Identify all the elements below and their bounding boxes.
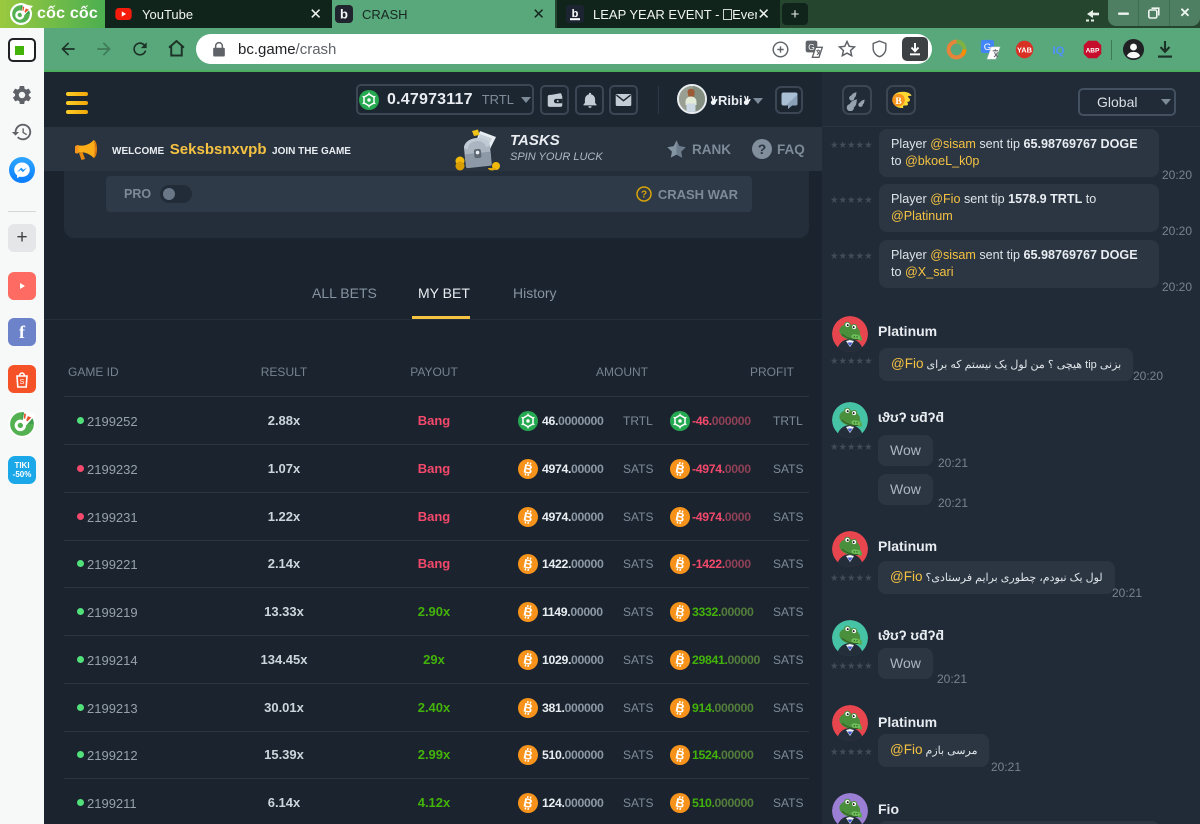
svg-text:IQ: IQ xyxy=(1053,45,1065,57)
svg-text:G: G xyxy=(808,42,814,52)
svg-text:?: ? xyxy=(641,190,647,201)
svg-text:B: B xyxy=(895,97,902,107)
svg-text:S: S xyxy=(20,379,25,386)
svg-text:ABP: ABP xyxy=(1086,48,1100,55)
svg-text:b: b xyxy=(340,7,348,22)
svg-text:YAB: YAB xyxy=(1017,46,1033,55)
svg-text:?: ? xyxy=(758,141,767,157)
